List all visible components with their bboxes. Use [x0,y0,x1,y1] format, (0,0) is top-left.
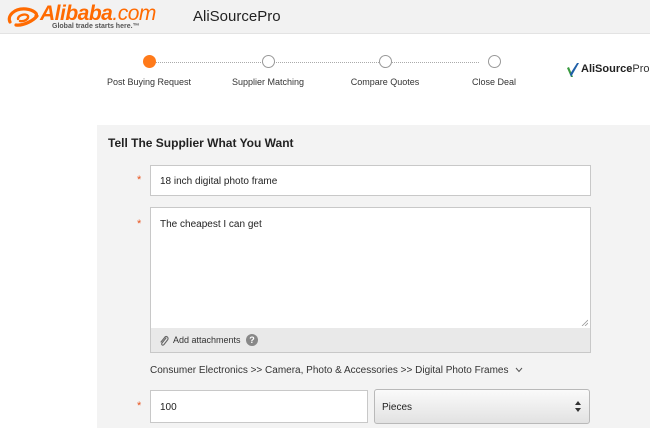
step-supplier-matching: Supplier Matching [213,55,323,87]
form-title: Tell The Supplier What You Want [108,136,294,150]
alisourcepro-mark-icon [567,63,579,77]
add-attachments-link[interactable]: Add attachments [173,335,241,345]
description-textarea[interactable]: The cheapest I can get [150,207,591,329]
buying-request-form: Tell The Supplier What You Want * 18 inc… [97,125,650,428]
step-label: Compare Quotes [350,77,420,87]
resize-handle-icon[interactable] [581,319,588,326]
quantity-input[interactable]: 100 [150,390,368,423]
step-label: Post Buying Request [106,77,192,87]
required-mark: * [137,174,142,186]
alibaba-logo[interactable]: Alibaba.com Global trade starts here.™ [6,2,176,31]
page-title: AliSourcePro [193,8,281,25]
attachments-bar: Add attachments ? [150,328,591,353]
step-post-buying-request: Post Buying Request [94,55,204,87]
category-selector[interactable]: Consumer Electronics >> Camera, Photo & … [150,365,523,376]
step-compare-quotes: Compare Quotes [330,55,440,87]
required-mark: * [137,400,142,412]
step-dot [487,55,501,68]
category-path: Consumer Electronics >> Camera, Photo & … [150,365,509,376]
step-label: Close Deal [471,77,517,87]
description-value: The cheapest I can get [160,219,262,230]
step-dot [261,55,275,68]
select-arrows-icon [575,401,581,412]
unit-select[interactable]: Pieces [374,389,590,424]
product-name-input[interactable]: 18 inch digital photo frame [150,165,591,196]
step-label: Supplier Matching [231,77,305,87]
help-icon[interactable]: ? [246,334,258,346]
required-mark: * [137,218,142,230]
unit-selected-value: Pieces [382,402,413,413]
step-dot-active [142,55,156,68]
alisourcepro-wordmark: AliSourcePro [581,63,650,75]
quantity-value: 100 [160,402,177,413]
alibaba-logo-icon [7,7,39,27]
product-name-value: 18 inch digital photo frame [160,176,278,187]
chevron-down-icon [515,367,523,373]
step-close-deal: Close Deal [439,55,549,87]
logo-tagline: Global trade starts here.™ [52,23,140,30]
step-dot [378,55,392,68]
progress-steps: Post Buying Request Supplier Matching Co… [100,50,530,95]
top-header: Alibaba.com Global trade starts here.™ A… [0,0,650,34]
paperclip-icon[interactable] [159,335,169,347]
